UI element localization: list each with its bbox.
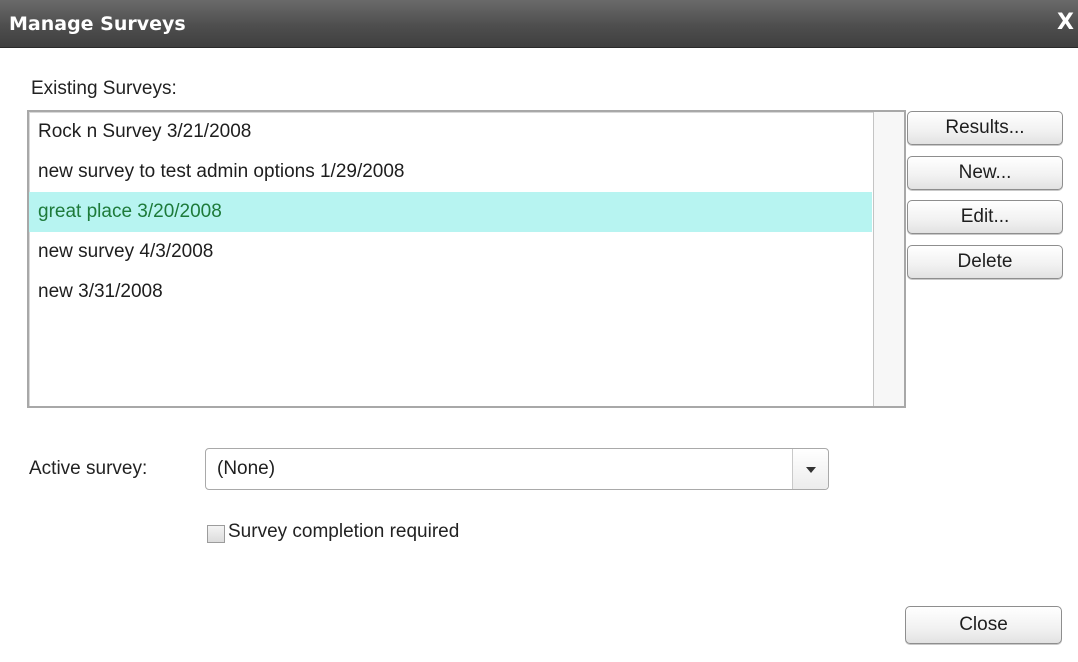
completion-required-checkbox[interactable] xyxy=(207,525,225,543)
surveys-listbox[interactable]: Rock n Survey 3/21/2008 new survey to te… xyxy=(27,110,906,408)
survey-list-item[interactable]: Rock n Survey 3/21/2008 xyxy=(29,112,872,152)
new-button[interactable]: New... xyxy=(907,156,1063,190)
title-bar[interactable]: Manage Surveys X xyxy=(0,0,1078,48)
delete-button[interactable]: Delete xyxy=(907,245,1063,279)
manage-surveys-dialog: Manage Surveys X Existing Surveys: Rock … xyxy=(0,0,1078,662)
active-survey-label: Active survey: xyxy=(29,458,148,479)
edit-button[interactable]: Edit... xyxy=(907,200,1063,234)
survey-list: Rock n Survey 3/21/2008 new survey to te… xyxy=(29,112,872,312)
completion-required-label[interactable]: Survey completion required xyxy=(228,521,459,543)
survey-list-item[interactable]: new survey 4/3/2008 xyxy=(29,232,872,272)
dropdown-button[interactable] xyxy=(792,449,828,489)
survey-list-item[interactable]: new 3/31/2008 xyxy=(29,272,872,312)
survey-list-item[interactable]: new survey to test admin options 1/29/20… xyxy=(29,152,872,192)
existing-surveys-label: Existing Surveys: xyxy=(31,78,177,99)
survey-list-item-selected[interactable]: great place 3/20/2008 xyxy=(29,192,872,232)
close-icon[interactable]: X xyxy=(1057,12,1074,34)
active-survey-select[interactable]: (None) xyxy=(205,448,829,490)
chevron-down-icon xyxy=(806,467,816,473)
list-scrollbar[interactable] xyxy=(873,112,904,406)
close-button[interactable]: Close xyxy=(905,606,1062,644)
active-survey-value: (None) xyxy=(217,458,276,479)
results-button[interactable]: Results... xyxy=(907,111,1063,145)
window-title: Manage Surveys xyxy=(9,13,186,35)
